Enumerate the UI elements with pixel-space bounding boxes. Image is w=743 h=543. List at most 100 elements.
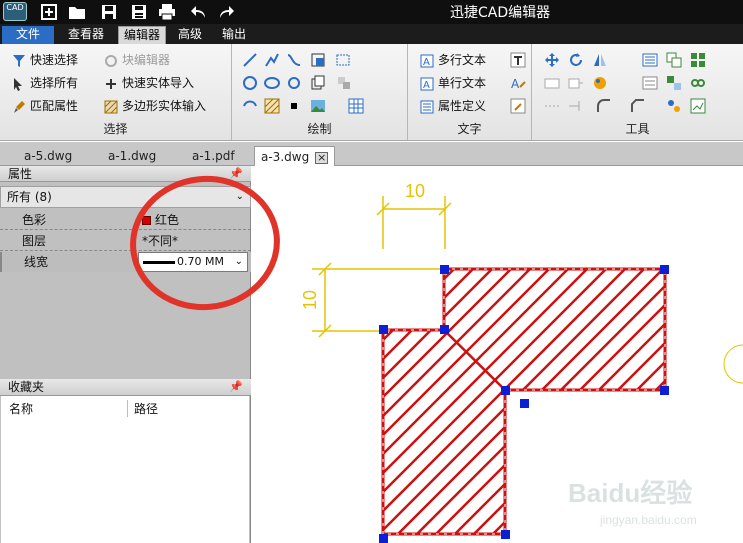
block-editor-button[interactable]: 块编辑器 [104, 50, 170, 70]
document-tabs: a-5.dwg a-1.dwg a-1.pdf a-3.dwg × [0, 142, 743, 166]
doc-tab-a-1-dwg[interactable]: a-1.dwg [108, 146, 156, 166]
app-window: CAD 迅捷CAD编辑器 文件 查看器 编辑器 高级 输出 快速选择 选择所有 … [0, 0, 743, 543]
attribute-definition-button[interactable]: 属性定义 [420, 96, 486, 116]
properties-panel-title: 属性 📌 [0, 166, 251, 182]
select-all-icon [14, 77, 22, 91]
arrange-icon[interactable] [336, 75, 352, 91]
ribbon-group-tools: 工具 [532, 44, 743, 140]
group-label-select: 选择 [103, 122, 128, 136]
lineweight-sample [143, 261, 175, 264]
plus-icon [106, 78, 116, 89]
group-label-tools: 工具 [625, 122, 650, 136]
chamfer-icon[interactable] [630, 98, 646, 114]
brush-icon [14, 100, 25, 113]
svg-text:A: A [511, 77, 520, 91]
line-icon[interactable] [242, 52, 258, 68]
stretch-icon[interactable] [568, 75, 584, 91]
close-icon[interactable]: × [315, 151, 329, 164]
scale-icon[interactable] [544, 75, 560, 91]
svg-text:A: A [423, 57, 430, 68]
hatch-draw-icon[interactable] [264, 98, 280, 114]
doc-tab-a-1-pdf[interactable]: a-1.pdf [192, 146, 235, 166]
tab-file[interactable]: 文件 [2, 26, 54, 44]
tab-viewer[interactable]: 查看器 [62, 26, 110, 44]
curve-icon[interactable] [242, 98, 258, 114]
copy-icon[interactable] [666, 52, 682, 68]
undo-icon[interactable] [190, 3, 208, 21]
pin-icon[interactable]: 📌 [229, 379, 243, 395]
text-edit-icon[interactable]: A [510, 75, 526, 91]
save-icon[interactable] [100, 3, 118, 21]
point-icon[interactable] [290, 102, 298, 110]
column-header-name[interactable]: 名称 [9, 400, 33, 417]
trim-icon[interactable] [544, 98, 560, 114]
array-icon[interactable] [690, 52, 706, 68]
chevron-down-icon: ⌄ [235, 191, 244, 202]
mirror-icon[interactable] [592, 52, 608, 68]
spline-icon[interactable] [286, 52, 302, 68]
open-icon[interactable] [68, 3, 86, 21]
block-editor-icon [105, 54, 117, 67]
property-row-color[interactable]: 色彩 红色 [0, 210, 251, 230]
match-properties-button[interactable]: 匹配属性 [12, 96, 78, 116]
svg-text:A: A [423, 80, 430, 91]
drawing-canvas[interactable] [252, 166, 743, 543]
insert-block-icon[interactable] [310, 52, 326, 68]
polyline-icon[interactable] [264, 52, 280, 68]
arc-icon[interactable] [286, 75, 302, 91]
funnel-icon [13, 54, 25, 67]
doc-tab-a-3-dwg[interactable]: a-3.dwg × [254, 146, 336, 166]
measure-icon[interactable] [690, 98, 706, 114]
copy-block-icon[interactable] [310, 75, 326, 91]
print-icon[interactable] [158, 3, 176, 21]
quick-select-button[interactable]: 快速选择 [12, 50, 78, 70]
rotate-icon[interactable] [568, 52, 584, 68]
image-icon[interactable] [310, 98, 326, 114]
polygon-entity-input-button[interactable]: 多边形实体输入 [104, 96, 206, 116]
group-label-draw: 绘制 [307, 122, 332, 136]
color-swatch [142, 216, 151, 225]
circle-icon[interactable] [242, 75, 258, 91]
text-icon: A [420, 77, 434, 91]
text-style-icon[interactable] [510, 52, 526, 68]
table-icon[interactable] [348, 98, 364, 114]
move-icon[interactable] [544, 52, 560, 68]
tab-output[interactable]: 输出 [216, 26, 252, 44]
menu-bar: 文件 查看器 编辑器 高级 输出 [0, 24, 743, 44]
ribbon-group-draw: 绘制 [232, 44, 408, 140]
pin-icon[interactable]: 📌 [229, 166, 243, 182]
mtext-icon: A [420, 54, 434, 68]
ribbon: 快速选择 选择所有 匹配属性 块编辑器 快速实体导入 多边形实体输入 选择 绘制… [0, 44, 743, 141]
tab-advanced[interactable]: 高级 [172, 26, 208, 44]
save-as-icon[interactable] [130, 3, 148, 21]
text-find-icon[interactable] [510, 98, 526, 114]
ribbon-group-text: A 多行文本 A 单行文本 属性定义 A 文字 [408, 44, 532, 140]
layer-icon[interactable] [642, 75, 658, 91]
group-icon[interactable] [666, 75, 682, 91]
column-header-path[interactable]: 路径 [127, 400, 158, 417]
ribbon-group-select: 快速选择 选择所有 匹配属性 块编辑器 快速实体导入 多边形实体输入 选择 [0, 44, 232, 140]
explode-icon[interactable] [666, 98, 682, 114]
tab-editor[interactable]: 编辑器 [118, 26, 166, 44]
ellipse-icon[interactable] [264, 75, 280, 91]
extend-icon[interactable] [568, 98, 584, 114]
color-picker-icon[interactable] [592, 75, 608, 91]
redo-icon[interactable] [217, 3, 235, 21]
single-line-text-button[interactable]: A 单行文本 [420, 73, 486, 93]
hatch-icon [104, 100, 118, 113]
chevron-down-icon: ⌄ [234, 256, 243, 267]
quick-entity-import-button[interactable]: 快速实体导入 [104, 73, 194, 93]
new-icon[interactable] [40, 3, 58, 21]
region-icon[interactable] [336, 52, 352, 68]
properties-icon[interactable] [642, 52, 658, 68]
lineweight-dropdown[interactable]: 0.70 MM ⌄ [138, 252, 248, 272]
property-row-layer[interactable]: 图层 *不同* [0, 231, 251, 251]
fillet-icon[interactable] [596, 98, 612, 114]
favorites-panel-title: 收藏夹 📌 [0, 379, 251, 396]
mtext-button[interactable]: A 多行文本 [420, 50, 486, 70]
selection-filter-dropdown[interactable]: 所有 (8) ⌄ [0, 186, 251, 208]
select-all-button[interactable]: 选择所有 [12, 73, 78, 93]
doc-tab-a-5-dwg[interactable]: a-5.dwg [24, 146, 72, 166]
link-icon[interactable] [690, 75, 706, 91]
favorites-list: 名称 路径 [1, 396, 249, 543]
